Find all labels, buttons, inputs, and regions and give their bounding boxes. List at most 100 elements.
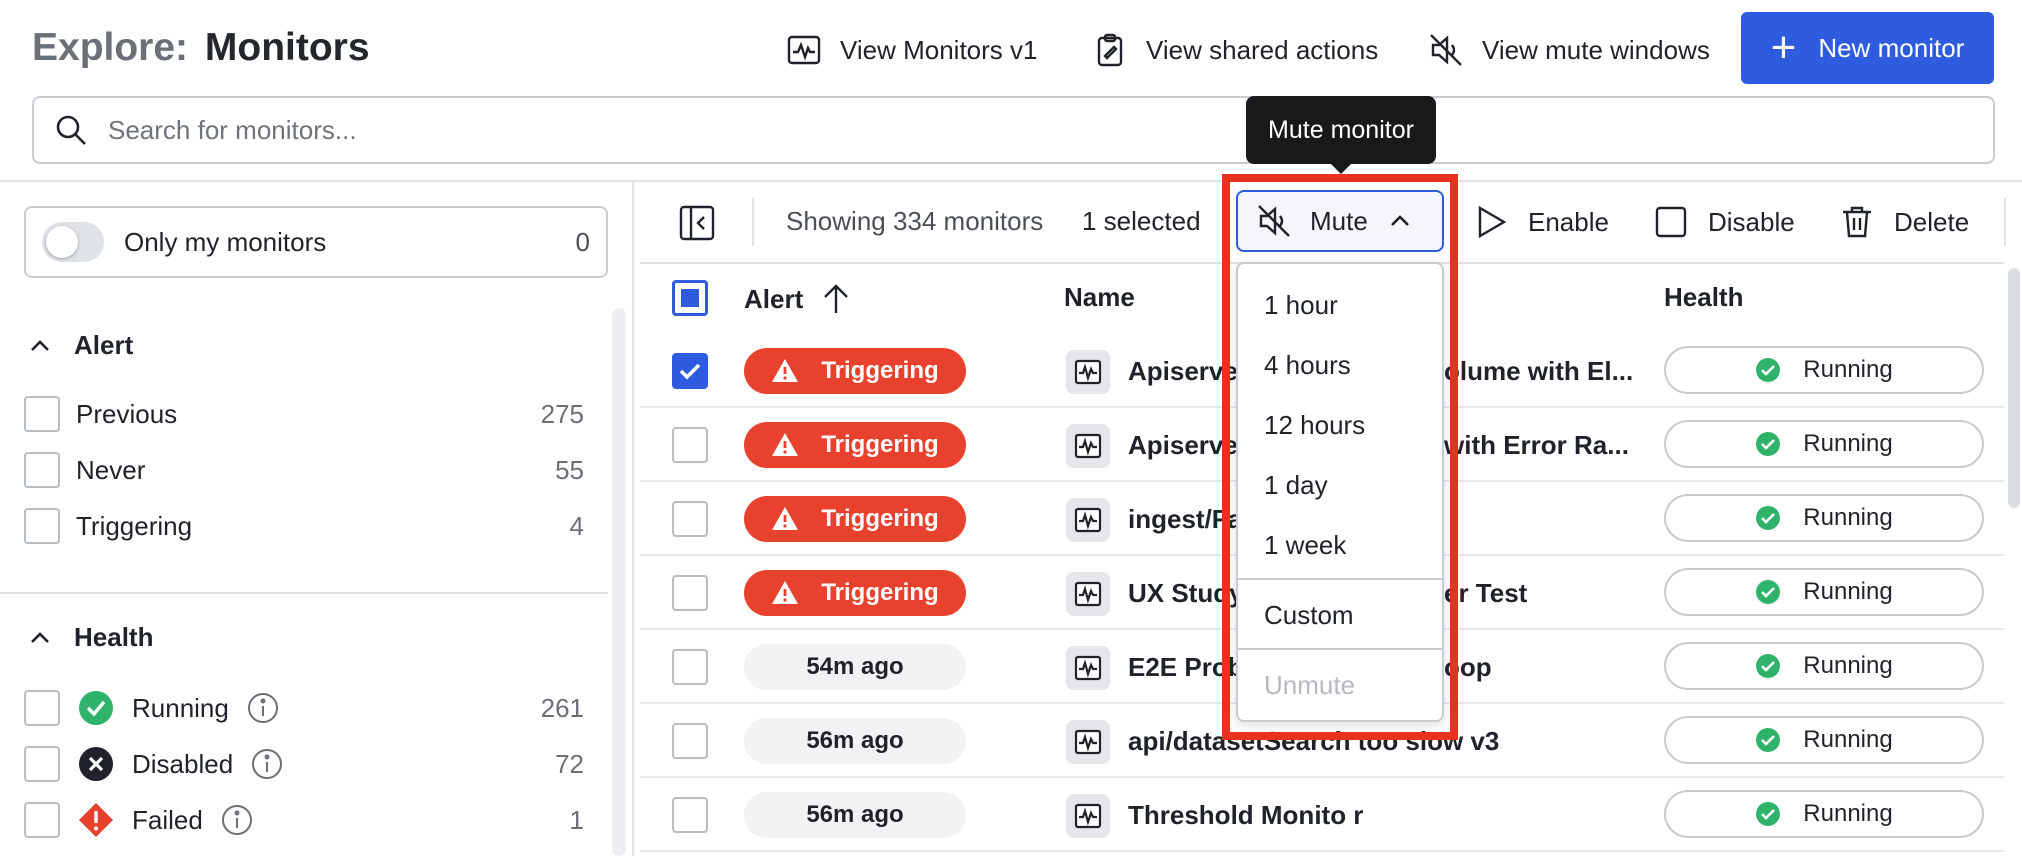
filter-label: Previous <box>76 398 178 429</box>
health-status-label: Running <box>1803 430 1893 457</box>
warning-triangle-icon <box>772 507 799 530</box>
health-status-badge: Running <box>1664 568 1984 616</box>
select-all-checkbox[interactable] <box>672 280 708 316</box>
info-icon[interactable] <box>251 748 283 780</box>
alert-status-label: Triggering <box>821 431 939 458</box>
delete-button[interactable]: Delete <box>1840 202 1969 242</box>
header-divider <box>0 180 2022 182</box>
trash-icon <box>1843 206 1871 238</box>
view-shared-actions-button[interactable]: View shared actions <box>1092 22 1378 78</box>
mute-tooltip: Mute monitor <box>1246 96 1436 174</box>
warning-triangle-icon <box>772 359 799 382</box>
sidebar-divider <box>0 592 608 594</box>
filter-count: 261 <box>540 692 584 723</box>
column-header-health[interactable]: Health <box>1664 282 1743 313</box>
pulse-icon <box>1074 433 1102 459</box>
health-status-badge: Running <box>1664 420 1984 468</box>
disable-label: Disable <box>1708 206 1795 237</box>
toggle-label: Only my monitors <box>124 226 327 257</box>
column-header-name[interactable]: Name <box>1064 282 1135 313</box>
view-monitors-v1-label: View Monitors v1 <box>840 34 1038 65</box>
check-circle-icon <box>79 691 113 725</box>
monitor-type-icon <box>1066 720 1110 764</box>
checkbox[interactable] <box>24 802 60 838</box>
view-monitors-v1-button[interactable]: View Monitors v1 <box>786 22 1038 78</box>
row-checkbox[interactable] <box>672 797 708 833</box>
showing-count: Showing 334 monitors <box>786 206 1044 236</box>
monitor-type-icon <box>1066 350 1110 394</box>
table-scrollbar[interactable] <box>2008 268 2020 508</box>
monitor-type-icon <box>1066 424 1110 468</box>
column-header-alert[interactable]: Alert <box>744 282 853 316</box>
filter-label-text: Running <box>132 692 229 723</box>
toolbar-separator <box>752 198 754 246</box>
filter-count: 1 <box>569 804 584 835</box>
health-status-badge: Running <box>1664 716 1984 764</box>
column-header-label: Name <box>1064 282 1135 312</box>
pulse-icon <box>1074 655 1102 681</box>
row-checkbox[interactable] <box>672 427 708 463</box>
plus-icon: + <box>1770 23 1797 72</box>
health-status-badge: Running <box>1664 494 1984 542</box>
disable-button[interactable]: Disable <box>1654 202 1795 242</box>
filter-health-running[interactable]: Running 261 <box>24 688 584 728</box>
filter-label-text: Disabled <box>132 748 234 779</box>
column-header-label: Health <box>1664 282 1744 312</box>
chevron-up-icon <box>31 339 49 351</box>
filter-alert-never[interactable]: Never 55 <box>24 450 584 490</box>
checkbox[interactable] <box>24 746 60 782</box>
filter-label: Failed <box>132 804 570 836</box>
checkbox[interactable] <box>24 690 60 726</box>
monitor-type-icon <box>1066 572 1110 616</box>
toolbar-separator <box>2004 198 2006 246</box>
check-circle-icon <box>1756 506 1781 530</box>
alert-time-badge: 56m ago <box>744 718 966 764</box>
checkbox[interactable] <box>24 452 60 488</box>
row-checkbox[interactable] <box>672 649 708 685</box>
new-monitor-button[interactable]: + New monitor <box>1741 12 1994 84</box>
monitor-chart-icon <box>787 35 821 65</box>
alert-status-badge: Triggering <box>744 422 966 468</box>
row-checkbox[interactable] <box>672 353 708 389</box>
row-checkbox[interactable] <box>672 575 708 611</box>
health-section-header[interactable]: Health <box>28 622 153 653</box>
enable-button[interactable]: Enable <box>1474 202 1609 242</box>
sidebar-scrollbar[interactable] <box>612 308 626 856</box>
toggle-switch[interactable] <box>42 222 104 262</box>
check-circle-icon <box>1756 802 1781 826</box>
filter-label: Running <box>132 692 541 724</box>
pulse-icon <box>1074 507 1102 533</box>
pulse-icon <box>1074 803 1102 829</box>
monitor-type-icon <box>1066 646 1110 690</box>
monitor-name[interactable]: Threshold Monito r <box>1128 800 1363 831</box>
delete-label: Delete <box>1894 206 1970 237</box>
health-section-label: Health <box>74 622 154 652</box>
pulse-icon <box>1074 359 1102 385</box>
filter-alert-previous[interactable]: Previous 275 <box>24 394 584 434</box>
pulse-icon <box>1074 581 1102 607</box>
view-mute-windows-button[interactable]: View mute windows <box>1428 22 1710 78</box>
checkbox[interactable] <box>24 508 60 544</box>
filter-health-failed[interactable]: Failed 1 <box>24 800 584 840</box>
new-monitor-label: New monitor <box>1818 32 1965 63</box>
clipboard-icon <box>1097 33 1123 67</box>
table-row[interactable]: 56m ago Threshold Monito r Running <box>640 778 2004 852</box>
checkbox[interactable] <box>24 396 60 432</box>
warning-diamond-icon <box>79 803 113 837</box>
row-checkbox[interactable] <box>672 501 708 537</box>
only-my-monitors-toggle[interactable]: Only my monitors 0 <box>24 206 608 278</box>
filter-alert-triggering[interactable]: Triggering 4 <box>24 506 584 546</box>
collapse-sidebar-icon[interactable] <box>678 204 716 242</box>
filter-label: Never <box>76 454 146 485</box>
health-status-badge: Running <box>1664 790 1984 838</box>
health-status-label: Running <box>1803 726 1893 753</box>
page-title: Explore: Monitors <box>32 26 370 70</box>
info-icon[interactable] <box>221 804 253 836</box>
monitor-type-icon <box>1066 498 1110 542</box>
info-icon[interactable] <box>247 692 279 724</box>
health-status-badge: Running <box>1664 346 1984 394</box>
search-input[interactable] <box>108 114 1808 146</box>
row-checkbox[interactable] <box>672 723 708 759</box>
alert-section-header[interactable]: Alert <box>28 330 133 361</box>
filter-health-disabled[interactable]: Disabled 72 <box>24 744 584 784</box>
